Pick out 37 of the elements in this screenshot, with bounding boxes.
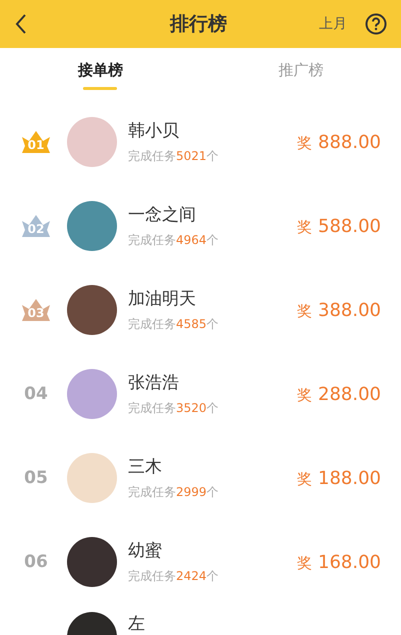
user-name: 一念之间 <box>128 204 197 226</box>
avatar-photo <box>67 285 117 335</box>
help-icon[interactable] <box>365 13 387 35</box>
prize-amount: 奖 588.00 <box>297 216 381 236</box>
avatar-photo <box>67 453 117 503</box>
prize-amount: 奖 388.00 <box>297 300 381 320</box>
user-name: 幼蜜 <box>128 540 163 562</box>
task-count: 完成任务3520个 <box>128 400 220 417</box>
task-count: 完成任务4964个 <box>128 232 220 249</box>
rank-number: 04 <box>24 384 48 404</box>
task-count: 完成任务2424个 <box>128 568 220 585</box>
user-name: 张浩浩 <box>128 372 180 394</box>
rank-badge: 02 <box>20 213 52 239</box>
back-icon[interactable] <box>14 13 28 35</box>
user-name: 三木 <box>128 456 163 478</box>
tab[interactable]: 推广榜 <box>200 48 401 100</box>
rank-number: 06 <box>24 552 48 572</box>
user-name: 加油明天 <box>128 288 197 310</box>
avatar-photo <box>67 117 117 167</box>
page-title: 排行榜 <box>168 12 228 37</box>
prize-amount: 奖 888.00 <box>297 132 381 152</box>
avatar-photo <box>67 537 117 587</box>
avatar-photo <box>67 369 117 419</box>
user-name: 韩小贝 <box>128 120 180 142</box>
tab[interactable]: 接单榜 <box>0 48 200 100</box>
prize-amount: 奖 288.00 <box>297 384 381 404</box>
user-name: 左 <box>128 613 146 635</box>
rank-badge: 01 <box>20 129 52 155</box>
task-count: 完成任务5021个 <box>128 148 220 165</box>
prize-amount: 奖 168.00 <box>297 552 381 572</box>
task-count: 完成任务4585个 <box>128 316 220 333</box>
period-button[interactable]: 上月 <box>319 15 347 33</box>
rank-number: 05 <box>24 468 48 488</box>
rank-badge: 03 <box>20 297 52 323</box>
prize-amount: 奖 188.00 <box>297 468 381 488</box>
task-count: 完成任务2999个 <box>128 484 220 501</box>
avatar-photo <box>67 201 117 251</box>
